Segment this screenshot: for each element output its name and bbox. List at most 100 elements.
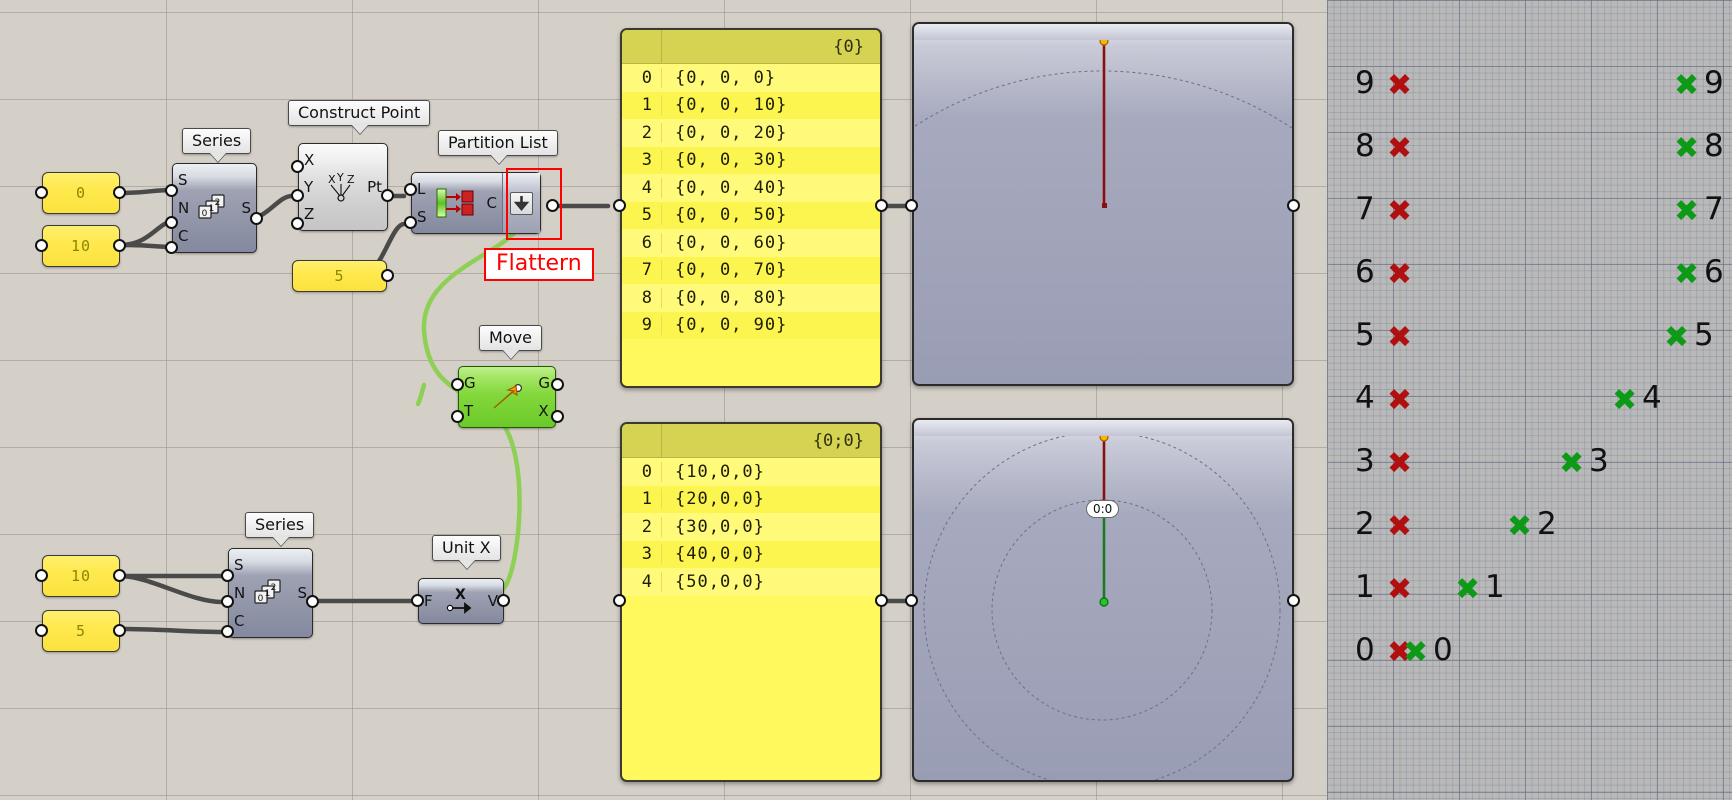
rhino-green-marker-label: 0 — [1433, 632, 1453, 668]
port-out-series-bot-s[interactable] — [306, 595, 319, 608]
port-out-move-g[interactable] — [551, 378, 564, 391]
port-label-x: X — [304, 150, 315, 169]
port-in-partition-l[interactable] — [404, 183, 417, 196]
port-in-cp-x[interactable] — [291, 160, 304, 173]
series-bottom-inputs: S N C — [229, 549, 250, 637]
port-in-viewport-top[interactable] — [905, 199, 918, 212]
port-in-move-g[interactable] — [451, 378, 464, 391]
series-icon: 2 1 0 — [194, 164, 236, 252]
panel-row-index: 4 — [622, 571, 662, 592]
slider-series-bottom-start[interactable]: 10 — [42, 555, 120, 597]
port-in-panel-bottom[interactable] — [613, 594, 626, 607]
port-out-slider-b-start[interactable] — [113, 569, 126, 582]
panel-row-value: {0, 0, 40} — [675, 177, 788, 198]
balloon-text: Partition List — [448, 133, 548, 152]
port-out-slider-count[interactable] — [113, 239, 126, 252]
slider-value: 10 — [70, 567, 92, 585]
viewport-preview-top[interactable] — [912, 22, 1294, 386]
panel-row-value: {0, 0, 90} — [675, 315, 788, 336]
partition-list-icon — [432, 173, 482, 233]
port-out-slider-b-count[interactable] — [113, 624, 126, 637]
port-in-series-top-s[interactable] — [165, 184, 178, 197]
rhino-red-marker: ✖ — [1387, 320, 1413, 355]
rhino-red-marker: ✖ — [1387, 131, 1413, 166]
panel-row-index: 2 — [622, 122, 662, 143]
panel-row: 1 {0, 0, 10} — [622, 91, 880, 119]
port-out-panel-bottom[interactable] — [875, 594, 888, 607]
slider-partition-size[interactable]: 5 — [292, 260, 387, 292]
grasshopper-canvas[interactable]: 0 10 Series S N C 2 1 0 S Construct Poin… — [0, 0, 1327, 800]
viewport-bottom-strip — [914, 420, 1292, 436]
panel-row: 9 {0, 0, 90} — [622, 311, 880, 339]
port-label-g-in: G — [464, 374, 476, 392]
panel-row-value: {50,0,0} — [675, 571, 765, 592]
slider-series-top-count[interactable]: 10 — [42, 225, 120, 267]
panel-bottom[interactable]: {0;0} 0 {10,0,0} 1 {20,0,0} 2 {30,0,0} 3 {40,0,… — [620, 422, 882, 782]
port-label-x-out: X — [538, 402, 549, 420]
rhino-green-marker: ✖ — [1674, 68, 1700, 103]
component-move[interactable]: G T G X — [458, 366, 556, 428]
port-in-cp-z[interactable] — [291, 217, 304, 230]
port-in-slider-b-count[interactable] — [35, 624, 48, 637]
rhino-green-marker: ✖ — [1612, 383, 1638, 418]
panel-row-index: 0 — [622, 461, 662, 482]
panel-row: 4 {50,0,0} — [622, 568, 880, 596]
panel-bottom-rows: 0 {10,0,0} 1 {20,0,0} 2 {30,0,0} 3 {40,0,0} 4 {50… — [622, 458, 880, 596]
xyz-point-icon: X Y Z — [319, 144, 362, 230]
port-in-unitx-f[interactable] — [411, 594, 424, 607]
slider-series-top-start[interactable]: 0 — [42, 172, 120, 214]
panel-row-index: 4 — [622, 177, 662, 198]
port-out-series-top-s[interactable] — [250, 212, 263, 225]
panel-row-value: {0, 0, 30} — [675, 150, 788, 171]
rhino-green-marker-label: 4 — [1642, 380, 1662, 416]
panel-top[interactable]: {0} 0 {0, 0, 0} 1 {0, 0, 10} 2 {0, 0, 20} 3 {0,… — [620, 28, 882, 388]
slider-series-bottom-count[interactable]: 5 — [42, 610, 120, 652]
port-out-cp-pt[interactable] — [381, 189, 394, 202]
port-in-viewport-bottom[interactable] — [905, 594, 918, 607]
port-label-g-out: G — [538, 374, 550, 392]
label-partition-list: Partition List — [438, 130, 558, 156]
panel-row-index: 6 — [622, 232, 662, 253]
port-in-series-bot-c[interactable] — [221, 625, 234, 638]
component-unit-x[interactable]: F X V — [418, 578, 504, 624]
component-series-bottom[interactable]: S N C 2 1 0 S — [228, 548, 313, 638]
port-in-slider-count[interactable] — [35, 239, 48, 252]
port-out-slider-partition[interactable] — [381, 269, 394, 282]
panel-row-index: 3 — [622, 150, 662, 171]
rhino-green-marker-label: 7 — [1704, 191, 1724, 227]
port-out-unitx-v[interactable] — [497, 594, 510, 607]
port-in-series-top-c[interactable] — [165, 241, 178, 254]
partition-outputs: C — [482, 173, 502, 233]
component-series-top[interactable]: S N C 2 1 0 S — [172, 163, 257, 253]
port-in-slider-start[interactable] — [35, 186, 48, 199]
port-in-series-top-n[interactable] — [165, 216, 178, 229]
port-in-slider-b-start[interactable] — [35, 569, 48, 582]
port-in-panel-top[interactable] — [613, 199, 626, 212]
port-out-slider-start[interactable] — [113, 186, 126, 199]
port-out-viewport-bottom[interactable] — [1287, 594, 1300, 607]
port-in-move-t[interactable] — [451, 410, 464, 423]
rhino-viewport[interactable]: 9 ✖ 8 ✖ 7 ✖ 6 ✖ 5 ✖ 4 ✖ 3 ✖ 2 ✖ 1 ✖ 0 ✖ ✖ 9 ✖ 8 ✖ 7 ✖ 6 ✖ 5 ✖ 4 ✖ 3 ✖ 2 ✖ 1 ✖ 0 — [1327, 0, 1732, 800]
rhino-green-marker-label: 9 — [1704, 65, 1724, 101]
port-label-l: L — [417, 180, 426, 198]
port-label-z: Z — [304, 205, 315, 224]
series-icon: 2 1 0 — [250, 549, 292, 637]
viewport-preview-bottom[interactable]: 0:0 — [912, 418, 1294, 782]
panel-row-index: 7 — [622, 260, 662, 281]
unit-x-icon: X — [438, 579, 483, 623]
port-out-panel-top[interactable] — [875, 199, 888, 212]
rhino-green-marker-label: 5 — [1694, 317, 1714, 353]
port-in-partition-s[interactable] — [404, 216, 417, 229]
port-out-move-x[interactable] — [551, 410, 564, 423]
panel-row-index: 2 — [622, 516, 662, 537]
panel-row: 1 {20,0,0} — [622, 485, 880, 513]
panel-row-value: {0, 0, 70} — [675, 260, 788, 281]
port-in-series-bot-s[interactable] — [221, 569, 234, 582]
port-in-cp-y[interactable] — [291, 189, 304, 202]
svg-text:1: 1 — [209, 204, 215, 214]
component-construct-point[interactable]: X Y Z X Y Z Pt — [298, 143, 388, 231]
svg-text:0: 0 — [258, 594, 264, 604]
port-in-series-bot-n[interactable] — [221, 595, 234, 608]
port-out-viewport-top[interactable] — [1287, 199, 1300, 212]
rhino-green-marker-label: 6 — [1704, 254, 1724, 290]
